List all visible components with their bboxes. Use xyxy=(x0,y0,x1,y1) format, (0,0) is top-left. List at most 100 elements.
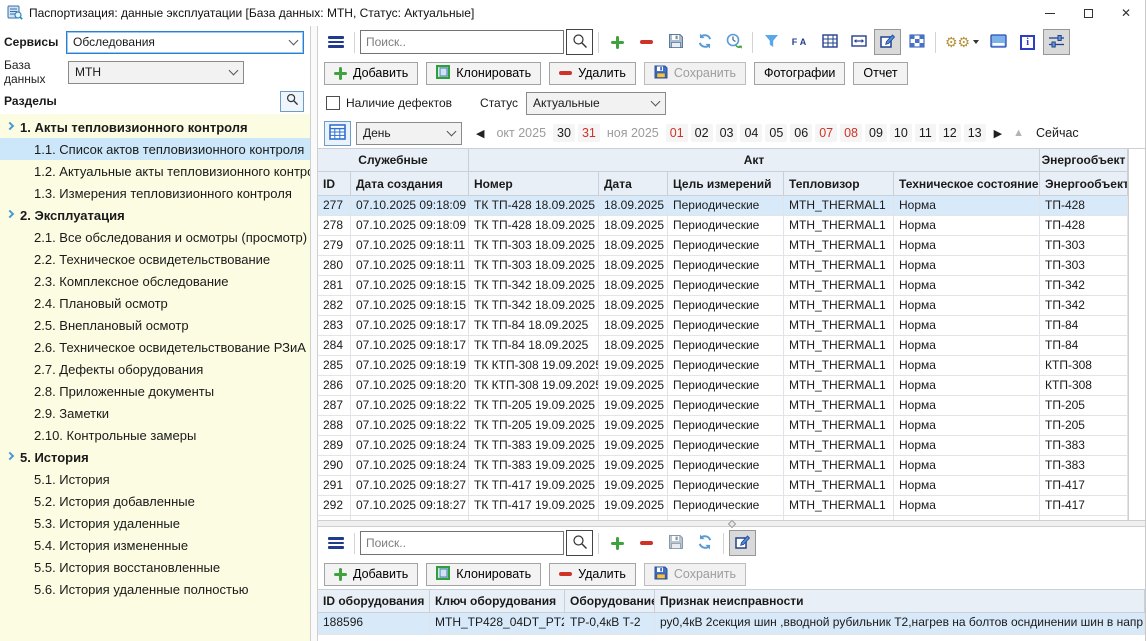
menu-button[interactable] xyxy=(322,530,349,556)
search-input[interactable] xyxy=(360,30,564,54)
tree-item[interactable]: 2.2. Техническое освидетельствование xyxy=(0,248,310,270)
next-period-button[interactable]: ▶ xyxy=(991,127,1005,140)
column-header[interactable]: Тепловизор xyxy=(784,172,894,195)
date-day[interactable]: 02 xyxy=(691,124,713,142)
column-width-button[interactable] xyxy=(845,29,872,55)
tree-item[interactable]: 5.3. История удаленные xyxy=(0,512,310,534)
delete-button[interactable]: Удалить xyxy=(549,563,636,586)
table-row[interactable]: 28307.10.2025 09:18:17ТК ТП-84 18.09.202… xyxy=(318,316,1128,336)
tree-item[interactable]: 5.4. История измененные xyxy=(0,534,310,556)
status-bar-button[interactable] xyxy=(985,29,1012,55)
refresh-button[interactable] xyxy=(691,530,718,556)
column-header[interactable]: ID xyxy=(318,172,351,195)
add-button[interactable]: Добавить xyxy=(324,62,418,85)
auto-refresh-button[interactable] xyxy=(720,29,747,55)
table-row[interactable]: 28207.10.2025 09:18:15ТК ТП-342 18.09.20… xyxy=(318,296,1128,316)
calendar-button[interactable] xyxy=(324,121,351,146)
clone-button[interactable]: Клонировать xyxy=(426,563,541,586)
tree-item[interactable]: 2.4. Плановый осмотр xyxy=(0,292,310,314)
save-button[interactable]: Сохранить xyxy=(644,62,746,85)
settings-menu-button[interactable]: ⚙⚙ xyxy=(941,29,983,55)
edit-mode-button[interactable] xyxy=(729,530,756,556)
tree-item[interactable]: 5.6. История удаленные полностью xyxy=(0,578,310,600)
collapse-panel-button[interactable]: ▲ xyxy=(1010,127,1027,139)
tree-item[interactable]: 2.1. Все обследования и осмотры (просмот… xyxy=(0,226,310,248)
services-select[interactable]: Обследования xyxy=(66,31,304,54)
defects-checkbox[interactable] xyxy=(326,96,340,110)
tree-item[interactable]: 2.6. Техническое освидетельствование РЗи… xyxy=(0,336,310,358)
refresh-button[interactable] xyxy=(691,29,718,55)
tree-item[interactable]: 2.5. Внеплановый осмотр xyxy=(0,314,310,336)
tree-item[interactable]: 1.1. Список актов тепловизионного контро… xyxy=(0,138,310,160)
delete-row-button[interactable] xyxy=(633,530,660,556)
horizontal-splitter[interactable] xyxy=(318,520,1145,527)
column-header[interactable]: Ключ оборудования xyxy=(430,590,565,612)
tree-section[interactable]: 2. Эксплуатация xyxy=(0,204,310,226)
date-day[interactable]: 05 xyxy=(765,124,787,142)
column-chooser-button[interactable]: FA xyxy=(787,29,814,55)
column-header[interactable]: Дата создания xyxy=(351,172,469,195)
tree-section[interactable]: 5. История xyxy=(0,446,310,468)
photos-button[interactable]: Фотографии xyxy=(754,62,845,85)
grid-view-button[interactable] xyxy=(816,29,843,55)
delete-row-button[interactable] xyxy=(633,29,660,55)
table-row[interactable]: 29007.10.2025 09:18:24ТК ТП-383 19.09.20… xyxy=(318,456,1128,476)
tree-item[interactable]: 2.8. Приложенные документы xyxy=(0,380,310,402)
date-day[interactable]: 31 xyxy=(578,124,600,142)
date-day[interactable]: 12 xyxy=(939,124,961,142)
table-row[interactable]: 27907.10.2025 09:18:11ТК ТП-303 18.09.20… xyxy=(318,236,1128,256)
minimize-button[interactable] xyxy=(1031,0,1069,26)
column-header[interactable]: Техническое состояние xyxy=(894,172,1040,195)
date-day[interactable]: 30 xyxy=(553,124,575,142)
tree-item[interactable]: 2.10. Контрольные замеры xyxy=(0,424,310,446)
tree-section[interactable]: 1. Акты тепловизионного контроля xyxy=(0,116,310,138)
tree-item[interactable]: 1.2. Актуальные акты тепловизионного кон… xyxy=(0,160,310,182)
filter-button[interactable] xyxy=(758,29,785,55)
date-day[interactable]: 04 xyxy=(740,124,762,142)
database-select[interactable]: MTH xyxy=(68,61,244,84)
tree-item[interactable]: 2.7. Дефекты оборудования xyxy=(0,358,310,380)
column-header[interactable]: Цель измерений xyxy=(668,172,784,195)
date-day[interactable]: 07 xyxy=(815,124,837,142)
column-header[interactable]: ID оборудования xyxy=(318,590,430,612)
report-button[interactable]: Отчет xyxy=(853,62,907,85)
column-header[interactable]: Энергообъект xyxy=(1040,172,1128,195)
date-day[interactable]: 03 xyxy=(716,124,738,142)
table-row[interactable]: 27807.10.2025 09:18:09ТК ТП-428 18.09.20… xyxy=(318,216,1128,236)
table-row[interactable]: 29207.10.2025 09:18:27ТК ТП-417 19.09.20… xyxy=(318,496,1128,516)
info-button[interactable]: i xyxy=(1014,29,1041,55)
tree-item[interactable]: 5.2. История добавленные xyxy=(0,490,310,512)
add-row-button[interactable] xyxy=(604,530,631,556)
table-row[interactable]: 29107.10.2025 09:18:27ТК ТП-417 19.09.20… xyxy=(318,476,1128,496)
column-header[interactable]: Оборудование xyxy=(565,590,655,612)
filter-panel-button[interactable] xyxy=(1043,29,1070,55)
maximize-button[interactable] xyxy=(1069,0,1107,26)
tree-item[interactable]: 2.9. Заметки xyxy=(0,402,310,424)
tree-item[interactable]: 2.3. Комплексное обследование xyxy=(0,270,310,292)
clone-button[interactable]: Клонировать xyxy=(426,62,541,85)
date-day[interactable]: 11 xyxy=(915,124,936,142)
date-day[interactable]: 09 xyxy=(865,124,887,142)
table-row[interactable]: 28407.10.2025 09:18:17ТК ТП-84 18.09.202… xyxy=(318,336,1128,356)
date-day[interactable]: 01 xyxy=(666,124,688,142)
previous-period-button[interactable]: ◀ xyxy=(473,127,487,140)
table-row[interactable]: 28007.10.2025 09:18:11ТК ТП-303 18.09.20… xyxy=(318,256,1128,276)
menu-button[interactable] xyxy=(322,29,349,55)
table-row[interactable]: 28807.10.2025 09:18:22ТК ТП-205 19.09.20… xyxy=(318,416,1128,436)
search-button[interactable] xyxy=(566,29,593,55)
table-row[interactable]: 28607.10.2025 09:18:20ТК КТП-308 19.09.2… xyxy=(318,376,1128,396)
period-mode-select[interactable]: День xyxy=(356,122,462,145)
date-day[interactable]: 06 xyxy=(790,124,812,142)
sections-search-button[interactable] xyxy=(280,91,304,112)
search-button[interactable] xyxy=(566,530,593,556)
tree-item[interactable]: 5.5. История восстановленные xyxy=(0,556,310,578)
date-day[interactable]: 10 xyxy=(890,124,912,142)
close-button[interactable]: ✕ xyxy=(1107,0,1145,26)
now-button[interactable]: Сейчас xyxy=(1036,126,1079,140)
table-row[interactable]: 28707.10.2025 09:18:22ТК ТП-205 19.09.20… xyxy=(318,396,1128,416)
table-row[interactable]: 28907.10.2025 09:18:24ТК ТП-383 19.09.20… xyxy=(318,436,1128,456)
table-row[interactable]: 27707.10.2025 09:18:09ТК ТП-428 18.09.20… xyxy=(318,196,1128,216)
equipment-search-input[interactable] xyxy=(360,531,564,555)
table-row[interactable]: 28507.10.2025 09:18:19ТК КТП-308 19.09.2… xyxy=(318,356,1128,376)
delete-button[interactable]: Удалить xyxy=(549,62,636,85)
